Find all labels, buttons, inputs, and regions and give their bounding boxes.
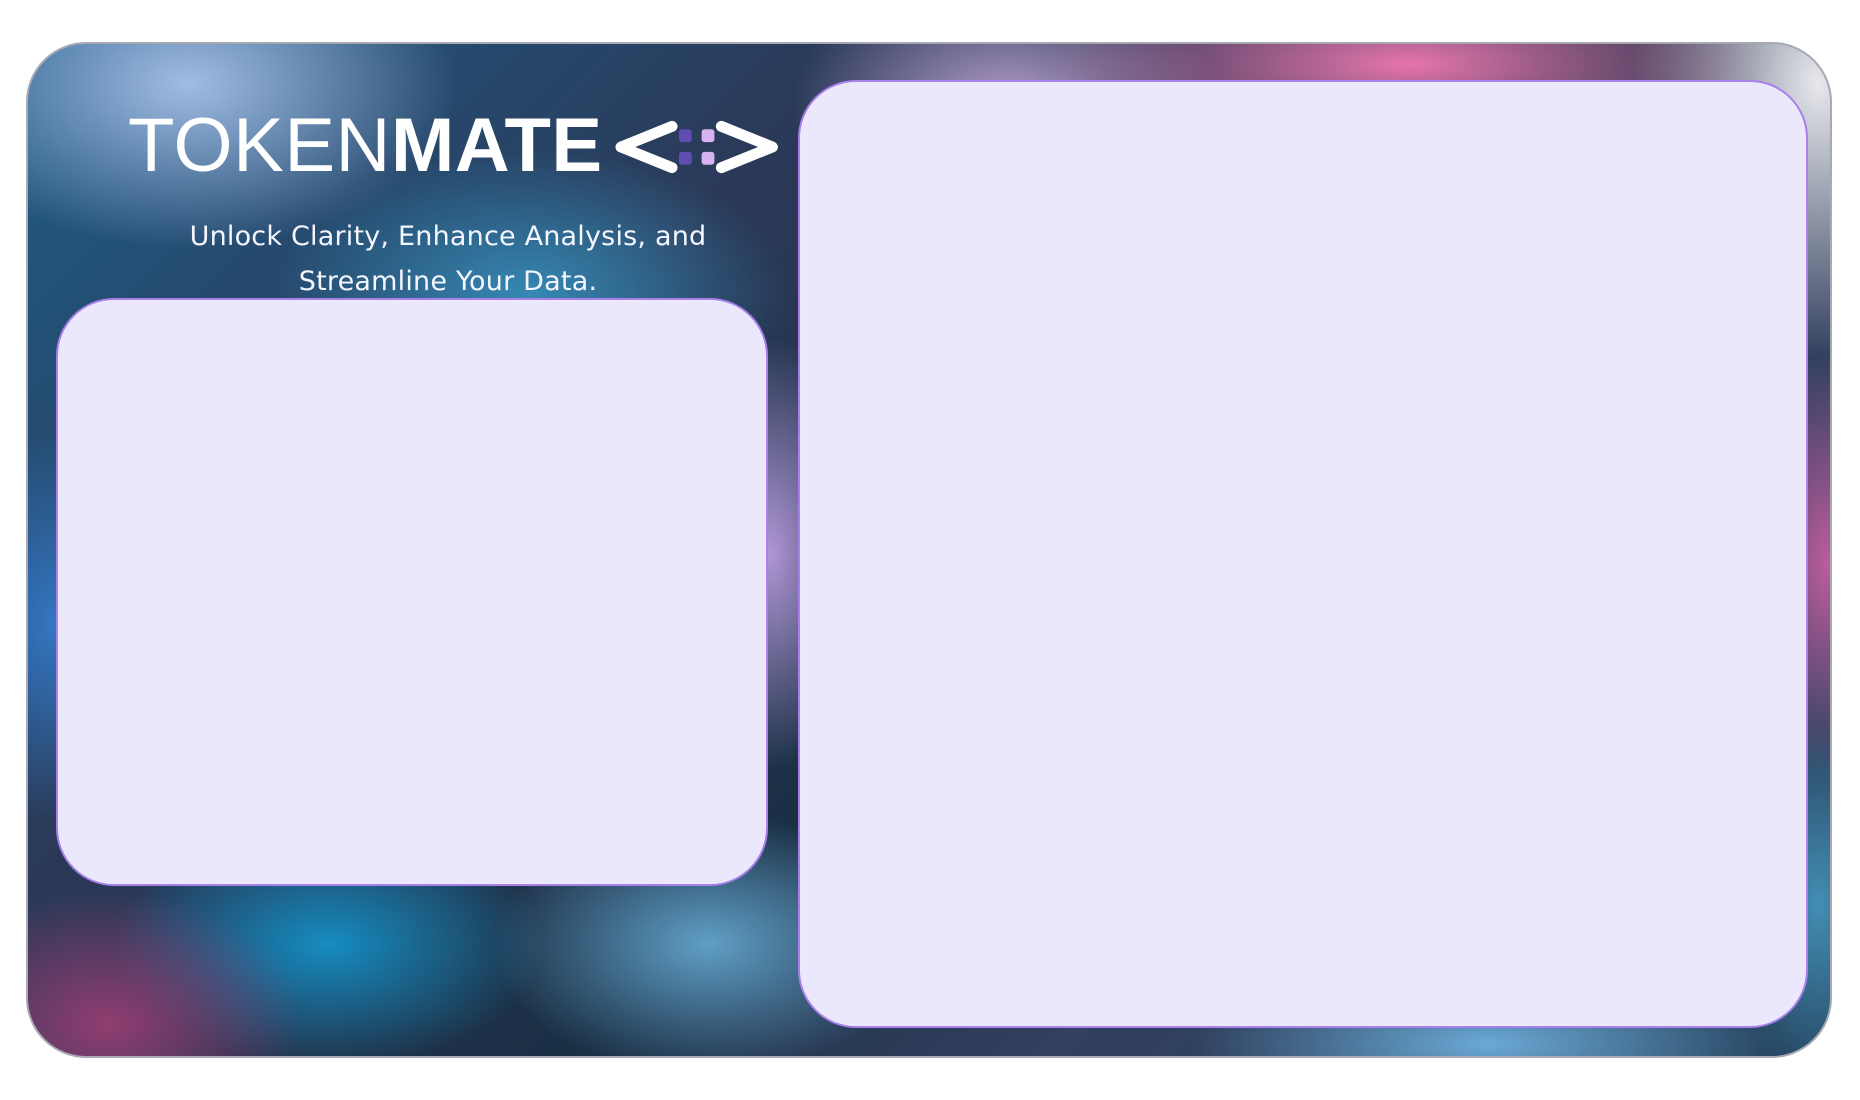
code-brackets-dots-icon: [615, 120, 778, 174]
brand-tagline: Unlock Clarity, Enhance Analysis, and St…: [118, 214, 778, 304]
logo-dot-top-right: [701, 129, 715, 143]
brand-logo: TOKENMATE: [128, 96, 778, 196]
tagline-line-1: Unlock Clarity, Enhance Analysis, and: [189, 221, 707, 252]
brand-header: TOKENMATE Unlock Clarity, Enhance Analys…: [118, 96, 778, 326]
right-content-panel: [798, 80, 1808, 1028]
logo-wordmark: TOKENMATE: [128, 108, 603, 184]
left-bracket-shape: [615, 120, 678, 174]
logo-word-token: TOKEN: [128, 103, 391, 188]
left-content-panel: [56, 298, 768, 886]
logo-word-mate: MATE: [390, 103, 603, 188]
app-background-frame: TOKENMATE Unlock Clarity, Enhance Analys…: [26, 42, 1832, 1058]
logo-dot-top-left: [678, 129, 692, 143]
logo-dot-bottom-right: [701, 151, 715, 165]
right-bracket-shape: [715, 120, 778, 174]
logo-dot-bottom-left: [678, 151, 692, 165]
